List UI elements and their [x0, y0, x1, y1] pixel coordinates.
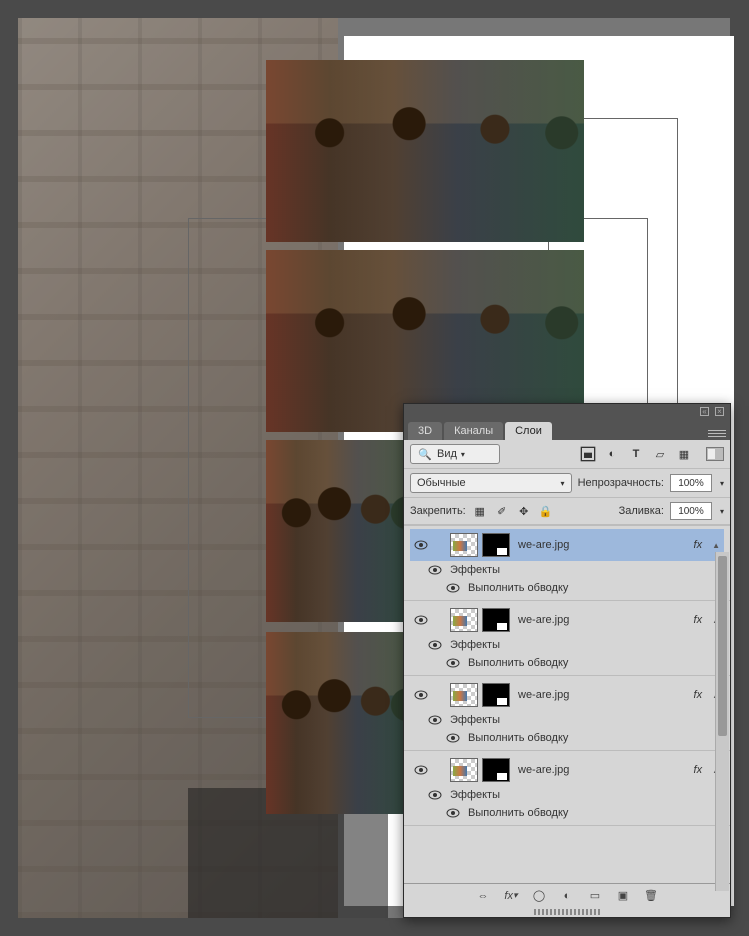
delete-layer-icon[interactable]: 🗑 — [644, 889, 658, 903]
lock-label: Закрепить: — [410, 505, 466, 517]
layer-thumbnail[interactable] — [450, 608, 478, 632]
visibility-toggle[interactable] — [446, 806, 460, 820]
fx-badge[interactable]: fx — [694, 764, 703, 776]
visibility-toggle[interactable] — [414, 538, 428, 552]
lock-position-icon[interactable]: ✥ — [516, 503, 532, 519]
filter-shape-icon[interactable]: ▱ — [652, 446, 668, 462]
stroke-effect-label: Выполнить обводку — [468, 582, 568, 594]
layer-thumbnail[interactable] — [450, 533, 478, 557]
chevron-down-icon: ▾ — [561, 479, 565, 488]
scrollbar[interactable] — [715, 552, 729, 891]
layer-thumbnail[interactable] — [450, 758, 478, 782]
layer-mask-icon[interactable]: ◯ — [532, 889, 546, 903]
panel-titlebar[interactable]: « × — [404, 404, 730, 418]
close-icon[interactable]: × — [715, 407, 724, 416]
tab-3d[interactable]: 3D — [408, 422, 442, 440]
effects-label: Эффекты — [450, 564, 500, 576]
mask-thumbnail[interactable] — [482, 608, 510, 632]
layer-filter-dropdown[interactable]: 🔍 Вид ▾ — [410, 444, 500, 464]
chevron-down-icon: ▾ — [461, 450, 465, 459]
collapse-icon[interactable]: « — [700, 407, 709, 416]
blend-mode-dropdown[interactable]: Обычные ▾ — [410, 473, 572, 493]
layer-item[interactable]: we-are.jpg fx ▲ Эффекты Выполнить обводк… — [404, 676, 730, 751]
blend-mode-value: Обычные — [417, 477, 466, 489]
mask-thumbnail[interactable] — [482, 533, 510, 557]
collapse-effects-icon[interactable]: ▲ — [712, 541, 720, 550]
filter-label: Вид — [437, 448, 457, 460]
opacity-label: Непрозрачность: — [578, 477, 664, 489]
layer-item[interactable]: we-are.jpg fx ▲ Эффекты Выполнить обводк… — [404, 601, 730, 676]
visibility-toggle[interactable] — [414, 688, 428, 702]
filter-toggle[interactable] — [706, 447, 724, 461]
stroke-effect-label: Выполнить обводку — [468, 807, 568, 819]
visibility-toggle[interactable] — [428, 788, 442, 802]
effects-label: Эффекты — [450, 639, 500, 651]
tab-layers[interactable]: Слои — [505, 422, 552, 440]
lock-transparency-icon[interactable]: ▦ — [472, 503, 488, 519]
layers-panel: « × 3D Каналы Слои 🔍 Вид ▾ ◐ T ▱ ▦ Обычн… — [403, 403, 731, 918]
effects-label: Эффекты — [450, 789, 500, 801]
blend-row: Обычные ▾ Непрозрачность: 100% ▾ — [404, 469, 730, 498]
fx-badge[interactable]: fx — [694, 689, 703, 701]
stroke-effect-label: Выполнить обводку — [468, 657, 568, 669]
opacity-value[interactable]: 100% — [670, 474, 712, 492]
visibility-toggle[interactable] — [428, 638, 442, 652]
lock-pixels-icon[interactable]: ✐ — [494, 503, 510, 519]
filter-smartobject-icon[interactable]: ▦ — [676, 446, 692, 462]
tab-channels[interactable]: Каналы — [444, 422, 503, 440]
visibility-toggle[interactable] — [446, 581, 460, 595]
panel-tabs: 3D Каналы Слои — [404, 418, 730, 440]
layer-item[interactable]: we-are.jpg fx ▲ Эффекты Выполнить обводк… — [404, 526, 730, 601]
link-layers-icon[interactable]: ⇔ — [476, 889, 490, 903]
visibility-toggle[interactable] — [428, 563, 442, 577]
placed-image[interactable] — [266, 440, 418, 622]
visibility-toggle[interactable] — [428, 713, 442, 727]
layer-name[interactable]: we-are.jpg — [518, 539, 686, 551]
filter-pixel-icon[interactable] — [580, 446, 596, 462]
lock-row: Закрепить: ▦ ✐ ✥ 🔒 Заливка: 100% ▾ — [404, 498, 730, 525]
mask-thumbnail[interactable] — [482, 758, 510, 782]
chevron-down-icon[interactable]: ▾ — [720, 507, 724, 516]
layer-thumbnail[interactable] — [450, 683, 478, 707]
fx-badge[interactable]: fx — [694, 539, 703, 551]
fill-value[interactable]: 100% — [670, 502, 712, 520]
filter-adjustment-icon[interactable]: ◐ — [604, 446, 620, 462]
filter-row: 🔍 Вид ▾ ◐ T ▱ ▦ — [404, 440, 730, 469]
panel-menu-icon[interactable] — [708, 426, 726, 440]
layer-name[interactable]: we-are.jpg — [518, 614, 686, 626]
resize-grip[interactable] — [534, 909, 599, 915]
panel-footer: ⇔ fx▾ ◯ ◐ ▭ ▣ 🗑 — [404, 883, 730, 907]
stroke-effect-label: Выполнить обводку — [468, 732, 568, 744]
layers-list: we-are.jpg fx ▲ Эффекты Выполнить обводк… — [404, 525, 730, 883]
filter-text-icon[interactable]: T — [628, 446, 644, 462]
chevron-down-icon[interactable]: ▾ — [720, 479, 724, 488]
layer-item[interactable]: we-are.jpg fx ▲ Эффекты Выполнить обводк… — [404, 751, 730, 826]
visibility-toggle[interactable] — [446, 731, 460, 745]
visibility-toggle[interactable] — [414, 763, 428, 777]
fill-label: Заливка: — [619, 505, 664, 517]
visibility-toggle[interactable] — [446, 656, 460, 670]
effects-label: Эффекты — [450, 714, 500, 726]
group-icon[interactable]: ▭ — [588, 889, 602, 903]
new-layer-icon[interactable]: ▣ — [616, 889, 630, 903]
lock-all-icon[interactable]: 🔒 — [538, 503, 554, 519]
visibility-toggle[interactable] — [414, 613, 428, 627]
layer-name[interactable]: we-are.jpg — [518, 764, 686, 776]
layer-style-icon[interactable]: fx▾ — [504, 889, 518, 903]
search-icon: 🔍 — [417, 446, 433, 462]
scrollbar-thumb[interactable] — [718, 556, 727, 736]
mask-thumbnail[interactable] — [482, 683, 510, 707]
layer-name[interactable]: we-are.jpg — [518, 689, 686, 701]
adjustment-layer-icon[interactable]: ◐ — [560, 889, 574, 903]
placed-image[interactable] — [266, 60, 584, 242]
placed-image[interactable] — [266, 632, 418, 814]
fx-badge[interactable]: fx — [694, 614, 703, 626]
